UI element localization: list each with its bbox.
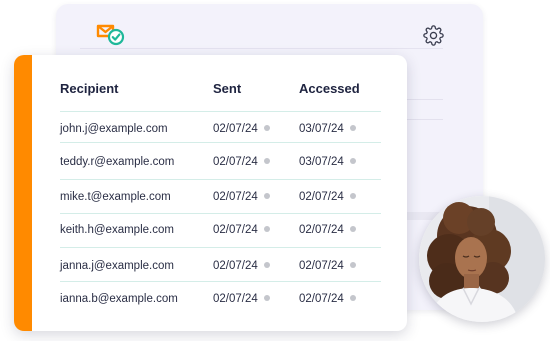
row-divider (60, 142, 381, 143)
accessed-date: 02/07/24 (299, 251, 356, 281)
row-divider (60, 247, 381, 248)
accessed-date: 03/07/24 (299, 147, 356, 177)
table-row[interactable]: mike.t@example.com 02/07/24 02/07/24 (32, 182, 407, 212)
sent-date: 02/07/24 (213, 284, 270, 314)
sent-date: 02/07/24 (213, 114, 270, 144)
status-dot (349, 157, 356, 164)
recipients-card: Recipient Sent Accessed john.j@example.c… (14, 55, 407, 331)
status-dot (349, 225, 356, 232)
row-divider (60, 213, 381, 214)
status-dot (263, 157, 270, 164)
accessed-date: 02/07/24 (299, 215, 356, 245)
status-dot (349, 294, 356, 301)
sent-date: 02/07/24 (213, 182, 270, 212)
status-dot (263, 225, 270, 232)
row-divider (60, 111, 381, 112)
avatar (419, 196, 545, 322)
table-row[interactable]: john.j@example.com 02/07/24 03/07/24 (32, 114, 407, 144)
sent-date: 02/07/24 (213, 251, 270, 281)
envelope-check-icon (96, 24, 125, 46)
recipient-email: keith.h@example.com (60, 224, 174, 236)
sent-date: 02/07/24 (213, 147, 270, 177)
sent-date: 02/07/24 (213, 215, 270, 245)
accessed-date: 03/07/24 (299, 114, 356, 144)
row-divider (60, 179, 381, 180)
accent-bar (14, 55, 32, 331)
status-dot (349, 192, 356, 199)
accessed-date: 02/07/24 (299, 284, 356, 314)
column-header-recipient: Recipient (60, 81, 119, 96)
column-header-accessed: Accessed (299, 81, 360, 96)
table-header: Recipient Sent Accessed (32, 55, 407, 112)
row-divider (60, 281, 381, 282)
table-row[interactable]: janna.j@example.com 02/07/24 02/07/24 (32, 251, 407, 281)
recipient-email: janna.j@example.com (60, 260, 174, 272)
header-divider (80, 48, 443, 49)
status-dot (263, 124, 270, 131)
table-row[interactable]: teddy.r@example.com 02/07/24 03/07/24 (32, 147, 407, 177)
status-dot (349, 261, 356, 268)
status-dot (263, 192, 270, 199)
accessed-date: 02/07/24 (299, 182, 356, 212)
recipient-email: john.j@example.com (60, 123, 168, 135)
status-dot (263, 294, 270, 301)
recipient-email: mike.t@example.com (60, 191, 171, 203)
status-dot (263, 261, 270, 268)
column-header-sent: Sent (213, 81, 242, 96)
table-row[interactable]: keith.h@example.com 02/07/24 02/07/24 (32, 215, 407, 245)
status-dot (349, 124, 356, 131)
table-row[interactable]: ianna.b@example.com 02/07/24 02/07/24 (32, 284, 407, 314)
person-photo (419, 196, 545, 322)
recipients-table: Recipient Sent Accessed john.j@example.c… (32, 55, 407, 331)
gear-icon[interactable] (423, 25, 444, 46)
recipient-email: teddy.r@example.com (60, 156, 175, 168)
recipient-email: ianna.b@example.com (60, 293, 178, 305)
